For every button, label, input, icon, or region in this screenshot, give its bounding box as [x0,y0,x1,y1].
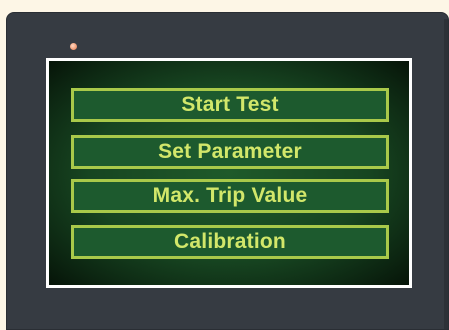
touch-screen: Start Test Set Parameter Max. Trip Value… [49,61,409,285]
set-parameter-button[interactable]: Set Parameter [71,135,389,169]
calibration-button[interactable]: Calibration [71,225,389,259]
panel-edge [444,19,448,329]
start-test-button[interactable]: Start Test [71,88,389,122]
status-led-icon [70,43,77,50]
display-bezel: Start Test Set Parameter Max. Trip Value… [46,58,412,288]
max-trip-value-button[interactable]: Max. Trip Value [71,179,389,213]
